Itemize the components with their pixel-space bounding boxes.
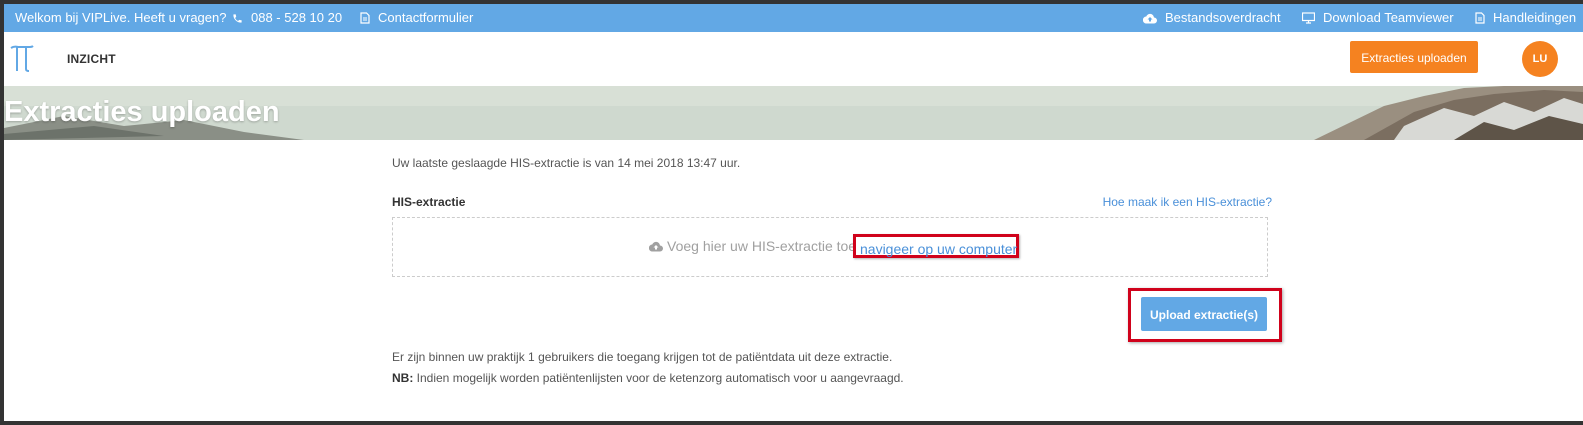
dropzone-text: Voeg hier uw HIS-extractie toe <box>649 238 856 254</box>
cloud-upload-icon <box>649 241 663 252</box>
pi-icon[interactable] <box>10 45 34 73</box>
nav-insight[interactable]: INZICHT <box>67 32 116 86</box>
app-window: Welkom bij VIPLive. Heeft u vragen? 088 … <box>0 0 1583 425</box>
extractions-upload-button[interactable]: Extracties uploaden <box>1350 41 1478 73</box>
his-extraction-label: HIS-extractie <box>392 195 466 209</box>
cloud-upload-icon <box>1143 13 1157 24</box>
document-icon <box>360 12 370 24</box>
nb-label: NB: <box>392 371 414 385</box>
contact-form-link[interactable]: Contactformulier <box>360 4 473 32</box>
hero-banner: Extracties uploaden <box>4 86 1583 140</box>
avatar[interactable]: LU <box>1522 41 1558 77</box>
upload-extraction-button[interactable]: Upload extractie(s) <box>1141 297 1267 331</box>
file-dropzone[interactable]: Voeg hier uw HIS-extractie toe navigeer … <box>392 217 1268 277</box>
welcome-text: Welkom bij VIPLive. Heeft u vragen? <box>15 10 227 25</box>
top-info-bar: Welkom bij VIPLive. Heeft u vragen? 088 … <box>4 4 1583 32</box>
phone-link[interactable]: 088 - 528 10 20 <box>232 4 342 32</box>
phone-icon <box>233 13 242 23</box>
last-extraction-info: Uw laatste geslaagde HIS-extractie is va… <box>392 156 741 170</box>
monitor-icon <box>1302 12 1315 24</box>
users-access-info: Er zijn binnen uw praktijk 1 gebruikers … <box>392 350 893 364</box>
help-link[interactable]: Hoe maak ik een HIS-extractie? <box>1103 195 1272 209</box>
nb-note: NB: Indien mogelijk worden patiëntenlijs… <box>392 371 904 385</box>
upload-button-highlight: Upload extractie(s) <box>1128 288 1282 342</box>
manuals-link[interactable]: Handleidingen <box>1475 4 1576 32</box>
teamviewer-link[interactable]: Download Teamviewer <box>1302 4 1454 32</box>
browse-computer-link[interactable]: navigeer op uw computer <box>853 234 1019 258</box>
nb-text: Indien mogelijk worden patiëntenlijsten … <box>413 371 904 385</box>
document-icon <box>1475 12 1485 24</box>
page-title: Extracties uploaden <box>4 96 280 128</box>
main-navbar: INZICHT Extracties uploaden LU <box>4 32 1583 86</box>
file-transfer-link[interactable]: Bestandsoverdracht <box>1143 4 1281 32</box>
